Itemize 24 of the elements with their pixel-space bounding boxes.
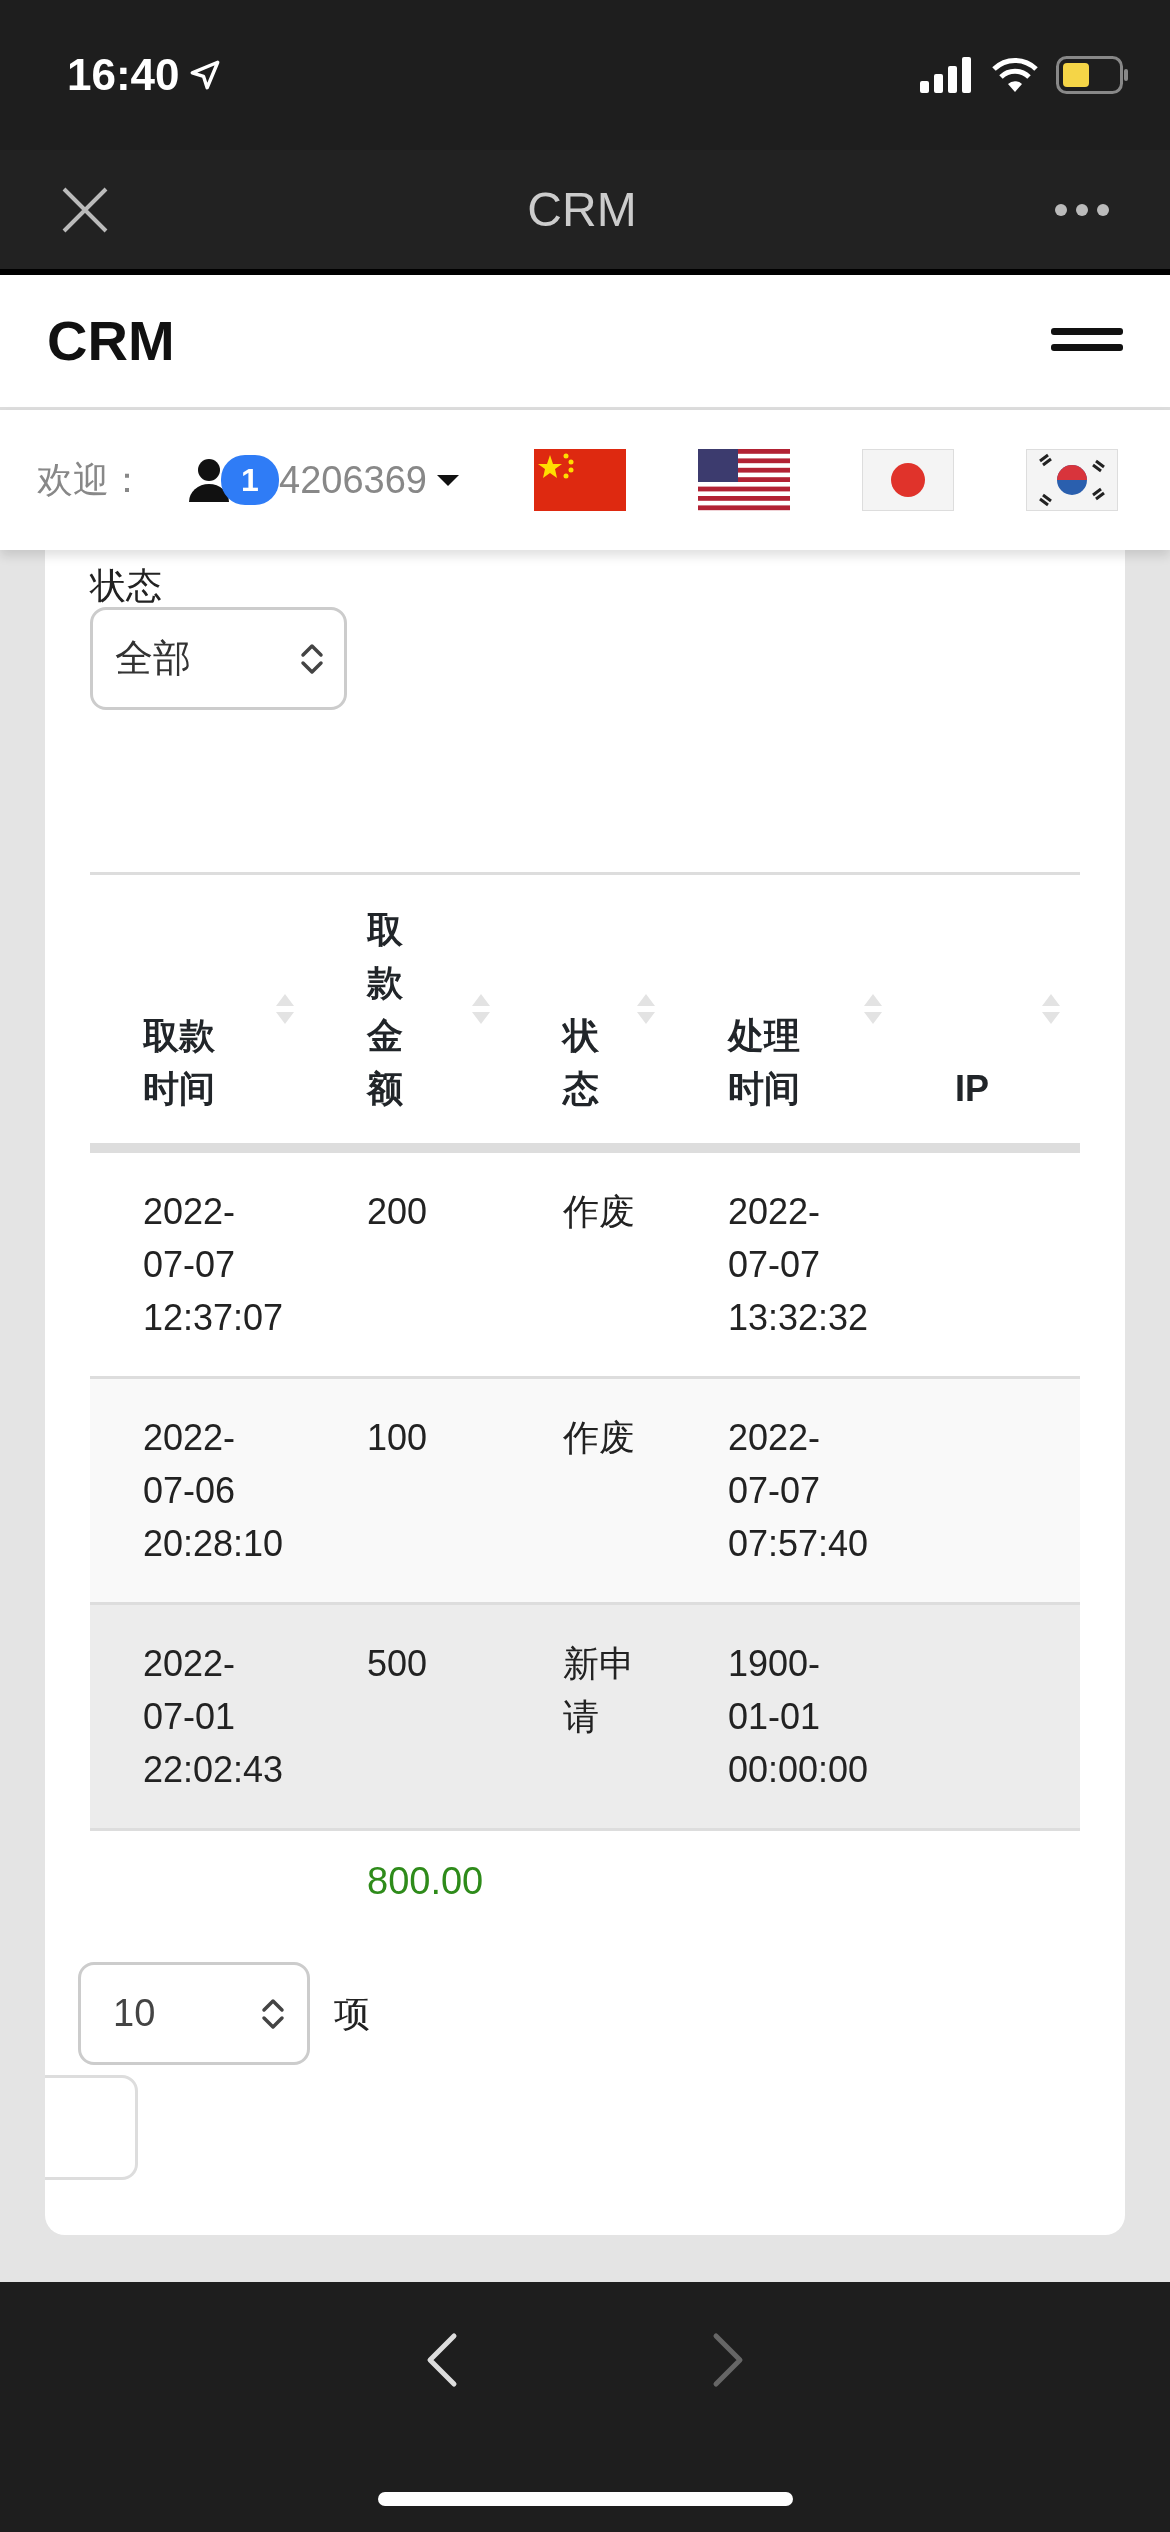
clock-time: 16:40 — [67, 49, 180, 101]
status-select[interactable]: 全部 — [90, 607, 347, 711]
table-cell: 500 — [314, 1603, 510, 1830]
table-cell: 新申请 — [510, 1603, 675, 1830]
table-cell: 1900-01-01 00:00:00 — [675, 1603, 902, 1830]
table-cell: 2022-07-01 22:02:43 — [90, 1603, 314, 1830]
total-amount: 800.00 — [367, 1860, 484, 1903]
column-header[interactable]: 取款金额 — [314, 873, 510, 1149]
column-header[interactable]: 处理时间 — [675, 873, 902, 1149]
table-cell: 100 — [314, 1377, 510, 1604]
brand-title: CRM — [47, 308, 175, 374]
column-header[interactable]: IP — [902, 873, 1080, 1149]
app-title: CRM — [527, 181, 637, 238]
filter-label: 状态 — [90, 564, 163, 608]
table-cell: 作废 — [510, 1377, 675, 1604]
page-length-label: 项 — [334, 1991, 370, 2036]
notification-badge: 1 — [221, 455, 279, 505]
table-cell: 2022-07-06 20:28:10 — [90, 1377, 314, 1604]
user-id[interactable]: 4206369 — [279, 451, 427, 509]
column-header[interactable]: 取款时间 — [90, 873, 314, 1149]
welcome-label: 欢迎： — [37, 458, 146, 502]
page-length-select[interactable]: 10 — [78, 1962, 310, 2066]
column-header[interactable]: 状态 — [510, 873, 675, 1149]
table-cell: 2022-07-07 07:57:40 — [675, 1377, 902, 1604]
